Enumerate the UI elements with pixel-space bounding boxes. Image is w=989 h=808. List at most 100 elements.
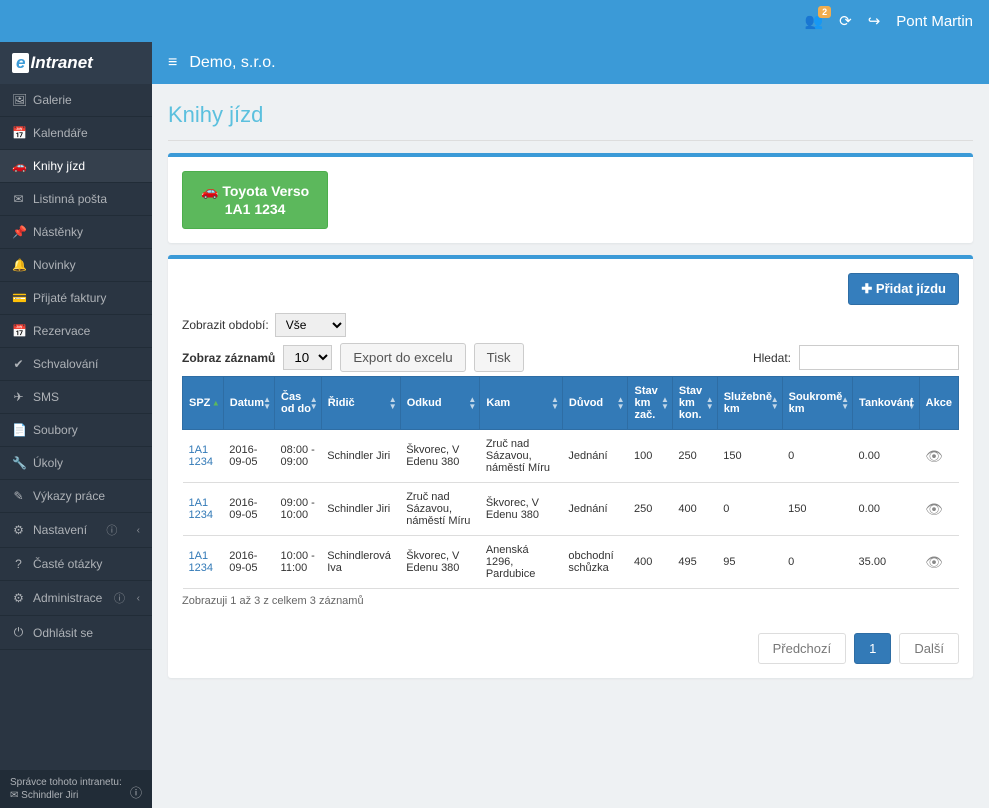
- logo[interactable]: eIntranet: [0, 42, 152, 84]
- info-icon: ⓘ: [106, 522, 117, 538]
- nav-icon: 🔧: [12, 456, 25, 470]
- nav-icon: ⏻: [12, 625, 25, 640]
- info-icon[interactable]: ⓘ: [130, 786, 142, 802]
- rides-panel: ✚ Přidat jízdu Zobrazit období: Vše Zobr…: [168, 255, 973, 678]
- nav-icon: 📌: [12, 225, 25, 239]
- sidebar-item-5[interactable]: 🔔Novinky: [0, 249, 152, 282]
- nav-icon: ✈: [12, 390, 25, 404]
- nav-icon: 💳: [12, 291, 25, 305]
- nav-label: Odhlásit se: [33, 626, 93, 640]
- col-2[interactable]: Čas od do▲▼: [275, 377, 322, 430]
- next-button[interactable]: Další: [899, 633, 959, 664]
- sidebar-item-13[interactable]: ⚙ Nastavení ⓘ ‹: [0, 513, 152, 548]
- page-1-button[interactable]: 1: [854, 633, 891, 664]
- col-5[interactable]: Kam▲▼: [480, 377, 563, 430]
- car-pill[interactable]: 🚗 Toyota Verso 1A1 1234: [182, 171, 328, 229]
- nav-icon: 🖼: [12, 93, 25, 107]
- sidebar-item-0[interactable]: 🖼Galerie: [0, 84, 152, 117]
- page-title: Knihy jízd: [168, 96, 973, 141]
- spz-link[interactable]: 1A1 1234: [189, 550, 213, 574]
- view-icon[interactable]: 👁: [925, 501, 943, 517]
- search-label: Hledat:: [753, 351, 791, 365]
- notifications-icon[interactable]: 👥2: [804, 12, 823, 30]
- sidebar-item-4[interactable]: 📌 Nástěnky: [0, 216, 152, 249]
- subheader: ≡ Demo, s.r.o.: [152, 42, 989, 84]
- sidebar-item-3[interactable]: ✉Listinná pošta: [0, 183, 152, 216]
- print-button[interactable]: Tisk: [474, 343, 524, 372]
- company-name: Demo, s.r.o.: [189, 54, 275, 72]
- export-button[interactable]: Export do excelu: [340, 343, 465, 372]
- col-4[interactable]: Odkud▲▼: [400, 377, 480, 430]
- nav-icon: ✎: [12, 489, 25, 503]
- nav-label: Novinky: [33, 258, 76, 272]
- nav-label: Přijaté faktury: [33, 291, 106, 305]
- nav-label: Nástěnky: [33, 225, 83, 239]
- sidebar-item-1[interactable]: 📅Kalendáře: [0, 117, 152, 150]
- sidebar-item-6[interactable]: 💳 Přijaté faktury: [0, 282, 152, 315]
- col-6[interactable]: Důvod▲▼: [562, 377, 628, 430]
- sidebar-item-14[interactable]: ? Časté otázky: [0, 548, 152, 581]
- page-size-select[interactable]: 10: [283, 345, 332, 370]
- nav-label: Nastavení: [33, 523, 87, 537]
- sidebar-item-11[interactable]: 🔧Úkoly: [0, 447, 152, 480]
- car-plate: 1A1 1234: [225, 201, 286, 217]
- footer-label: Správce tohoto intranetu:: [10, 776, 142, 789]
- col-3[interactable]: Řidič▲▼: [321, 377, 400, 430]
- table-info: Zobrazuji 1 až 3 z celkem 3 záznamů: [182, 589, 959, 613]
- period-select[interactable]: Vše: [275, 313, 346, 337]
- car-icon: 🚗: [201, 183, 218, 199]
- nav-icon: ?: [12, 557, 25, 571]
- table-row: 1A1 12342016-09-0508:00 - 09:00Schindler…: [183, 430, 959, 483]
- col-7[interactable]: Stav km zač.▲▼: [628, 377, 672, 430]
- sidebar-item-16[interactable]: ⏻ Odhlásit se: [0, 616, 152, 650]
- nav-label: Výkazy práce: [33, 489, 105, 503]
- spz-link[interactable]: 1A1 1234: [189, 497, 213, 521]
- col-1[interactable]: Datum▲▼: [223, 377, 274, 430]
- nav-label: Rezervace: [33, 324, 90, 338]
- add-ride-button[interactable]: ✚ Přidat jízdu: [848, 273, 959, 305]
- table-row: 1A1 12342016-09-0510:00 - 11:00Schindler…: [183, 536, 959, 589]
- table-row: 1A1 12342016-09-0509:00 - 10:00Schindler…: [183, 483, 959, 536]
- chevron-left-icon: ‹: [137, 593, 140, 604]
- sidebar-item-15[interactable]: ⚙Administraceⓘ‹: [0, 581, 152, 616]
- view-icon[interactable]: 👁: [925, 554, 943, 570]
- sidebar-item-2[interactable]: 🚗 Knihy jízd: [0, 150, 152, 183]
- sidebar-item-10[interactable]: 📄Soubory: [0, 414, 152, 447]
- sidebar-item-8[interactable]: ✔Schvalování: [0, 348, 152, 381]
- info-icon: ⓘ: [114, 590, 125, 606]
- nav-icon: ⚙: [12, 591, 25, 605]
- col-9[interactable]: Služebně km▲▼: [717, 377, 782, 430]
- chevron-left-icon: ‹: [137, 525, 140, 536]
- nav-label: SMS: [33, 390, 59, 404]
- nav-icon: 📅: [12, 324, 25, 338]
- nav-icon: ⚙: [12, 523, 25, 537]
- show-label: Zobraz záznamů: [182, 351, 275, 365]
- search-input[interactable]: [799, 345, 959, 370]
- nav-label: Knihy jízd: [33, 159, 85, 173]
- menu-toggle-icon[interactable]: ≡: [168, 54, 177, 72]
- period-label: Zobrazit období:: [182, 318, 269, 332]
- sidebar-item-7[interactable]: 📅 Rezervace: [0, 315, 152, 348]
- user-menu[interactable]: Pont Martin: [896, 13, 973, 30]
- nav-label: Časté otázky: [33, 557, 102, 571]
- col-12[interactable]: Akce: [919, 377, 958, 430]
- car-name: Toyota Verso: [222, 183, 309, 199]
- nav-icon: 📅: [12, 126, 25, 140]
- pagination: Předchozí 1 Další: [182, 633, 959, 664]
- col-10[interactable]: Soukromě km▲▼: [782, 377, 852, 430]
- col-0[interactable]: SPZ▲: [183, 377, 224, 430]
- view-icon[interactable]: 👁: [925, 448, 943, 464]
- sidebar-item-9[interactable]: ✈ SMS: [0, 381, 152, 414]
- rides-table: SPZ▲Datum▲▼Čas od do▲▼Řidič▲▼Odkud▲▼Kam▲…: [182, 376, 959, 589]
- logout-icon[interactable]: ↪: [868, 12, 881, 30]
- col-11[interactable]: Tankování▲▼: [853, 377, 920, 430]
- refresh-icon[interactable]: ⟳: [839, 12, 852, 30]
- spz-link[interactable]: 1A1 1234: [189, 444, 213, 468]
- nav-icon: ✉: [12, 192, 25, 206]
- col-8[interactable]: Stav km kon.▲▼: [672, 377, 717, 430]
- prev-button[interactable]: Předchozí: [758, 633, 847, 664]
- nav-icon: ✔: [12, 357, 25, 371]
- nav-icon: 🚗: [12, 159, 25, 173]
- footer-admin[interactable]: ✉ Schindler Jiri: [10, 789, 142, 802]
- sidebar-item-12[interactable]: ✎ Výkazy práce: [0, 480, 152, 513]
